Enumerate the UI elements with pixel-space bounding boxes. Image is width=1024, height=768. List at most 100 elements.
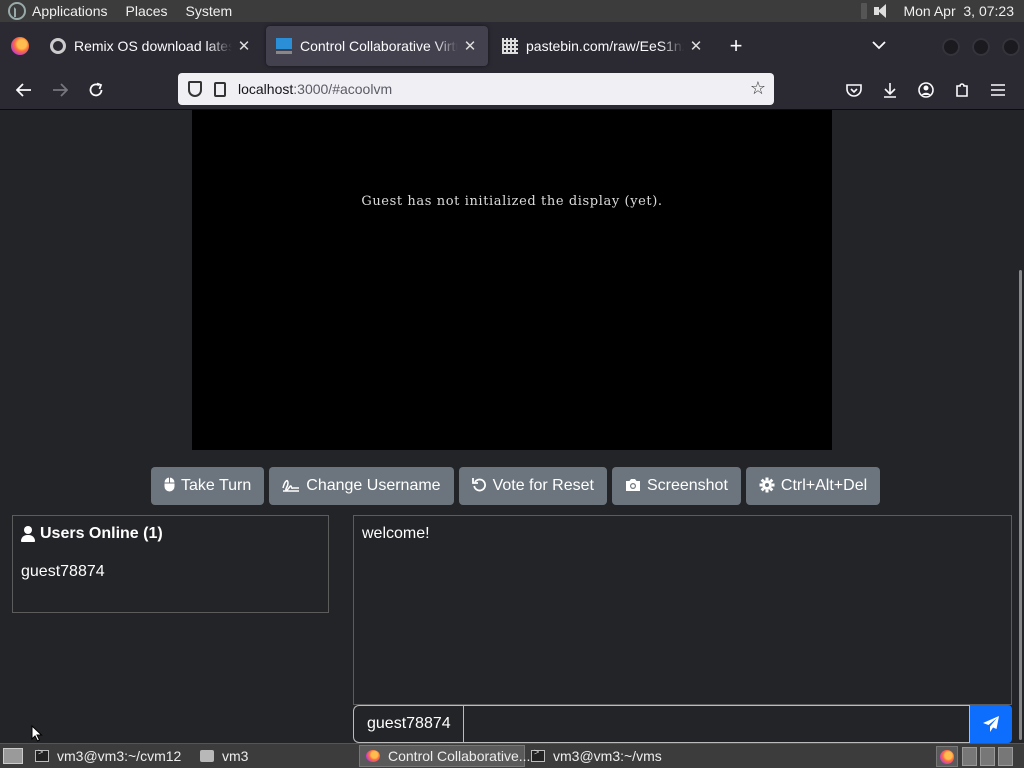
- tab-control-collaborative[interactable]: Control Collaborative Virtual ✕: [266, 26, 488, 66]
- pocket-button[interactable]: [836, 72, 872, 108]
- volume-icon[interactable]: [871, 3, 893, 19]
- close-tab-icon[interactable]: ✕: [688, 37, 704, 55]
- taskbar-item-folder-vm3[interactable]: vm3: [194, 745, 359, 767]
- ctrl-alt-del-button[interactable]: Ctrl+Alt+Del: [745, 467, 881, 505]
- workspace-switcher-3[interactable]: [998, 747, 1013, 766]
- reload-icon: [89, 82, 103, 96]
- vote-for-reset-button[interactable]: Vote for Reset: [458, 467, 607, 505]
- taskbar-item-terminal-cvm12[interactable]: vm3@vm3:~/cvm12: [29, 745, 194, 767]
- send-button[interactable]: [970, 705, 1012, 743]
- firefox-view-button[interactable]: [0, 22, 40, 70]
- tab-title: Remix OS download latest v: [74, 38, 232, 54]
- new-tab-button[interactable]: +: [720, 30, 752, 62]
- take-turn-button[interactable]: Take Turn: [151, 467, 265, 505]
- vm-display-message: Guest has not initialized the display (y…: [361, 194, 663, 209]
- bottom-taskbar: vm3@vm3:~/cvm12 vm3 Control Collaborativ…: [0, 743, 1024, 768]
- vm-display[interactable]: Guest has not initialized the display (y…: [192, 110, 832, 450]
- tab-strip: Remix OS download latest v ✕ Control Col…: [0, 22, 1024, 70]
- user-icon: [21, 526, 35, 542]
- signature-icon: [282, 478, 300, 495]
- tab-remix-os[interactable]: Remix OS download latest v ✕: [40, 26, 262, 66]
- maximize-window-button[interactable]: [972, 38, 990, 56]
- folder-icon: [200, 750, 214, 762]
- page-info-icon[interactable]: [214, 81, 226, 97]
- bookmark-star-icon[interactable]: ☆: [750, 78, 766, 99]
- chevron-down-icon: [872, 40, 886, 49]
- minimize-window-button[interactable]: [942, 38, 960, 56]
- places-menu[interactable]: Places: [126, 3, 168, 19]
- screenshot-button[interactable]: Screenshot: [611, 467, 741, 505]
- taskbar-item-label: vm3: [222, 748, 249, 764]
- take-turn-label: Take Turn: [181, 477, 252, 494]
- gnome-foot-icon[interactable]: [8, 2, 26, 20]
- chat-messages-panel: welcome!: [353, 515, 1012, 705]
- list-all-tabs-button[interactable]: [868, 34, 890, 56]
- taskbar-item-label: vm3@vm3:~/vms: [553, 748, 662, 764]
- paper-plane-icon: [983, 716, 999, 732]
- clock[interactable]: Mon Apr 3, 07:23: [903, 3, 1014, 19]
- pocket-icon: [846, 84, 862, 97]
- gear-icon: [759, 477, 775, 496]
- show-desktop-icon[interactable]: [3, 748, 23, 764]
- scrollbar-thumb[interactable]: [1019, 270, 1022, 740]
- terminal-icon: [35, 747, 49, 762]
- extensions-button[interactable]: [944, 72, 980, 108]
- pastebin-icon: [502, 38, 518, 54]
- app-menu-button[interactable]: [980, 72, 1016, 108]
- users-online-heading: Users Online (1): [21, 525, 320, 543]
- taskbar-item-firefox[interactable]: Control Collaborative...: [359, 745, 530, 767]
- top-panel: Applications Places System Mon Apr 3, 07…: [0, 0, 1024, 22]
- download-icon: [884, 83, 896, 98]
- taskbar-item-label: vm3@vm3:~/cvm12: [57, 748, 182, 764]
- url-bar[interactable]: localhost:3000/#acoolvm ☆: [178, 73, 774, 105]
- ctrl-alt-del-label: Ctrl+Alt+Del: [780, 477, 868, 494]
- system-menu[interactable]: System: [186, 3, 233, 19]
- camera-icon: [625, 478, 641, 495]
- reload-button[interactable]: [78, 72, 114, 108]
- downloads-button[interactable]: [872, 72, 908, 108]
- hamburger-menu-icon: [991, 84, 1005, 96]
- vm-control-buttons: Take Turn Change Username Vote for Reset…: [151, 467, 881, 505]
- account-icon: [918, 82, 934, 98]
- panel-handle: [861, 3, 868, 19]
- chat-input[interactable]: [463, 705, 970, 743]
- firefox-icon: [366, 750, 380, 762]
- screenshot-label: Screenshot: [646, 477, 728, 494]
- close-tab-icon[interactable]: ✕: [236, 37, 252, 55]
- chat-input-row: guest78874: [353, 705, 1012, 743]
- close-tab-icon[interactable]: ✕: [462, 37, 478, 55]
- obs-icon: [50, 38, 66, 54]
- mouse-icon: [164, 477, 175, 495]
- tracking-shield-icon[interactable]: [188, 81, 202, 97]
- page-scrollbar[interactable]: [1016, 110, 1024, 743]
- taskbar-item-label: Control Collaborative...: [388, 748, 531, 764]
- change-username-label: Change Username: [306, 477, 441, 494]
- workspace-switcher-1[interactable]: [962, 747, 977, 766]
- chat-message: welcome!: [362, 525, 430, 542]
- user-list-item[interactable]: guest78874: [21, 563, 320, 581]
- workspace-firefox-window[interactable]: [936, 746, 958, 767]
- workspace-switcher-2[interactable]: [980, 747, 995, 766]
- arrow-right-icon: [53, 82, 68, 97]
- puzzle-icon: [956, 83, 968, 97]
- firefox-icon: [11, 37, 29, 55]
- forward-button[interactable]: [42, 72, 78, 108]
- rotate-left-icon: [471, 477, 487, 495]
- tab-title: Control Collaborative Virtual: [300, 38, 458, 54]
- vote-for-reset-label: Vote for Reset: [492, 477, 594, 494]
- back-button[interactable]: [6, 72, 42, 108]
- change-username-button[interactable]: Change Username: [269, 467, 454, 505]
- close-window-button[interactable]: [1002, 38, 1020, 56]
- taskbar-item-terminal-vms[interactable]: vm3@vm3:~/vms: [525, 745, 690, 767]
- tab-pastebin[interactable]: pastebin.com/raw/EeS1nz7G ✕: [492, 26, 714, 66]
- url-path: :3000/#acoolvm: [293, 81, 393, 97]
- arrow-left-icon: [16, 82, 31, 97]
- tab-title: pastebin.com/raw/EeS1nz7G: [526, 38, 684, 54]
- account-button[interactable]: [908, 72, 944, 108]
- page-content: Guest has not initialized the display (y…: [0, 110, 1024, 743]
- monitor-icon: [276, 38, 292, 54]
- users-online-title: Users Online (1): [40, 525, 163, 542]
- chat-username-label: guest78874: [353, 705, 463, 743]
- applications-menu[interactable]: Applications: [32, 3, 108, 19]
- url-host: localhost: [238, 81, 294, 97]
